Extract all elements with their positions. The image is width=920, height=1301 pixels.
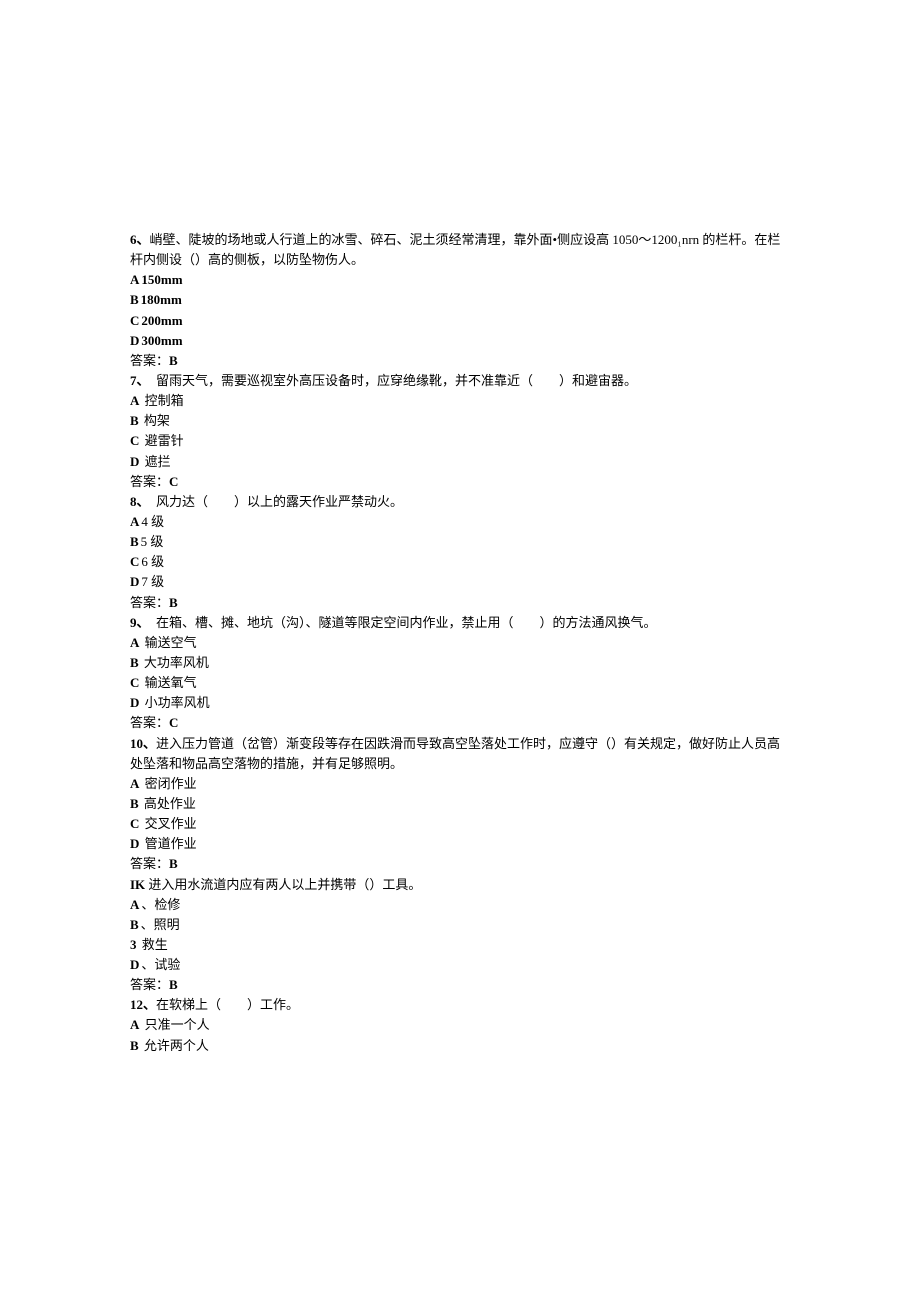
answer-line: 答案：B <box>130 593 790 613</box>
question-stem: IK 进入用水流道内应有两人以上并携带（）工具。 <box>130 875 790 895</box>
question-text: 风力达（ ）以上的露天作业严禁动火。 <box>143 494 403 509</box>
question-text: 在箱、槽、摊、地坑（沟）、隧道等限定空间内作业，禁止用（ ）的方法通风换气。 <box>143 615 657 630</box>
option-c: C200mm <box>130 311 790 331</box>
answer-value: C <box>169 715 178 730</box>
option-c: C 避雷针 <box>130 431 790 451</box>
answer-value: B <box>169 856 178 871</box>
question-text: 在软梯上（ ）工作。 <box>156 997 299 1012</box>
answer-line: 答案：B <box>130 975 790 995</box>
option-d: D 遮拦 <box>130 452 790 472</box>
answer-label: 答案： <box>130 474 169 489</box>
answer-value: B <box>169 353 178 368</box>
answer-line: 答案：B <box>130 351 790 371</box>
question-number: 8、 <box>130 494 143 509</box>
option-c: 3 救生 <box>130 935 790 955</box>
answer-line: 答案：C <box>130 713 790 733</box>
answer-value: C <box>169 474 178 489</box>
question-number: 7、 <box>130 373 143 388</box>
option-a: A 密闭作业 <box>130 774 790 794</box>
option-b: B5 级 <box>130 532 790 552</box>
option-d: D、试验 <box>130 955 790 975</box>
option-c: C6 级 <box>130 552 790 572</box>
answer-label: 答案： <box>130 856 169 871</box>
answer-label: 答案： <box>130 977 169 992</box>
question-text: 留雨天气，需要巡视室外高压设备时，应穿绝缘靴，并不准靠近（ ）和避宙器。 <box>143 373 637 388</box>
option-a: A 输送空气 <box>130 633 790 653</box>
question-stem: 10、进入压力管道（岔管）渐变段等存在因跌滑而导致高空坠落处工作时，应遵守（）有… <box>130 734 790 774</box>
question-stem: 9、 在箱、槽、摊、地坑（沟）、隧道等限定空间内作业，禁止用（ ）的方法通风换气… <box>130 613 790 633</box>
question-stem: 12、在软梯上（ ）工作。 <box>130 995 790 1015</box>
question-stem: 6、峭壁、陡坡的场地或人行道上的冰雪、碎石、泥土须经常清理，靠外面•侧应设高 1… <box>130 230 790 270</box>
option-d: D 管道作业 <box>130 834 790 854</box>
option-b: B 高处作业 <box>130 794 790 814</box>
option-b: B 构架 <box>130 411 790 431</box>
question-number: 6、 <box>130 232 150 247</box>
option-a: A、检修 <box>130 895 790 915</box>
question-number: 9、 <box>130 615 143 630</box>
document-page: 6、峭壁、陡坡的场地或人行道上的冰雪、碎石、泥土须经常清理，靠外面•侧应设高 1… <box>0 0 920 1256</box>
question-text: 进入用水流道内应有两人以上并携带（）工具。 <box>145 877 421 892</box>
option-c: C 输送氧气 <box>130 673 790 693</box>
answer-label: 答案： <box>130 353 169 368</box>
option-b: B180mm <box>130 290 790 310</box>
option-c: C 交叉作业 <box>130 814 790 834</box>
option-a: A 控制箱 <box>130 391 790 411</box>
question-stem: 8、 风力达（ ）以上的露天作业严禁动火。 <box>130 492 790 512</box>
answer-value: B <box>169 977 178 992</box>
question-stem: 7、 留雨天气，需要巡视室外高压设备时，应穿绝缘靴，并不准靠近（ ）和避宙器。 <box>130 371 790 391</box>
option-a: A 只准一个人 <box>130 1015 790 1035</box>
option-a: A4 级 <box>130 512 790 532</box>
question-text: 进入压力管道（岔管）渐变段等存在因跌滑而导致高空坠落处工作时，应遵守（）有关规定… <box>130 736 780 771</box>
option-a: A150mm <box>130 270 790 290</box>
option-b: B、照明 <box>130 915 790 935</box>
option-b: B 大功率风机 <box>130 653 790 673</box>
answer-label: 答案： <box>130 715 169 730</box>
question-number: 12、 <box>130 997 156 1012</box>
option-d: D7 级 <box>130 572 790 592</box>
question-number: IK <box>130 877 145 892</box>
answer-label: 答案： <box>130 595 169 610</box>
question-text: 峭壁、陡坡的场地或人行道上的冰雪、碎石、泥土须经常清理，靠外面•侧应设高 105… <box>130 232 780 267</box>
option-d: D 小功率风机 <box>130 693 790 713</box>
question-number: 10、 <box>130 736 156 751</box>
option-d: D300mm <box>130 331 790 351</box>
option-b: B 允许两个人 <box>130 1036 790 1056</box>
answer-line: 答案：C <box>130 472 790 492</box>
answer-value: B <box>169 595 178 610</box>
answer-line: 答案：B <box>130 854 790 874</box>
